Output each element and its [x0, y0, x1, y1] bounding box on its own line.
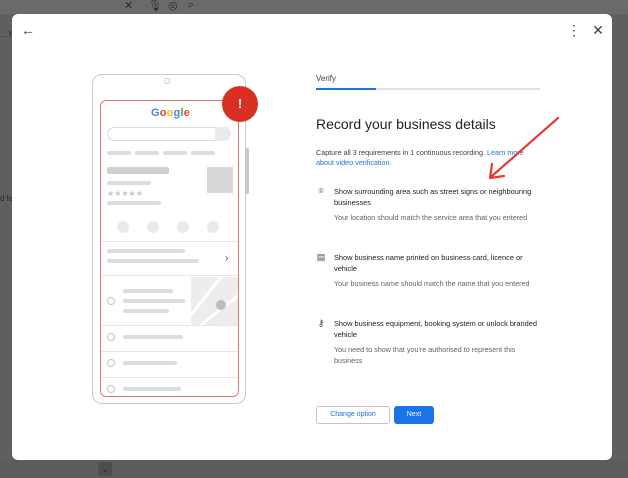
step-progress-bar [316, 88, 540, 90]
clock-icon [107, 333, 115, 341]
google-logo: Google [101, 107, 238, 119]
phone-action-icon [117, 221, 129, 233]
map-thumbnail [189, 276, 238, 327]
requirement-title: Show business name printed on business c… [334, 253, 523, 273]
microphone-icon: 🎙 [148, 0, 162, 12]
logo-letter: o [159, 107, 167, 119]
annotation-arrow [488, 116, 560, 180]
requirement-title: Show surrounding area such as street sig… [334, 187, 532, 207]
directions-action-icon [147, 221, 159, 233]
next-button[interactable]: Next [394, 406, 434, 424]
phone-screen: Google ★★★★★ › [100, 100, 239, 397]
phone-camera [164, 78, 170, 84]
rating-stars: ★★★★★ [107, 189, 143, 198]
close-icon[interactable]: ✕ [590, 22, 606, 38]
phone-icon [107, 359, 115, 367]
logo-letter: G [150, 107, 160, 119]
close-icon: ✕ [124, 0, 134, 12]
storefront-icon: ▤ [316, 252, 326, 262]
requirement-title: Show business equipment, booking system … [334, 319, 537, 339]
intro-body: Capture all 3 requirements in 1 continuo… [316, 148, 487, 157]
search-icon: ⌕ [188, 0, 195, 11]
step-label: Verify [316, 74, 337, 83]
change-option-button[interactable]: Change option [316, 406, 390, 424]
key-icon: ⚷ [317, 318, 325, 328]
requirement-description: Your business name should match the name… [334, 279, 530, 288]
verification-dialog: ← ⋮ ✕ Google ★★★★★ › ! Verify Record you… [12, 14, 612, 460]
background-footer: ⌄ [0, 460, 628, 478]
logo-letter: o [166, 107, 174, 119]
storefront-illustration [207, 167, 233, 193]
background-text: d le [0, 194, 13, 203]
phone-side-button [246, 148, 249, 194]
website-action-icon [207, 221, 219, 233]
background-toolbar: ✕ 🎙 ◎ ⌕ [0, 0, 628, 14]
requirement-description: Your location should match the service a… [334, 213, 528, 222]
save-action-icon [177, 221, 189, 233]
logo-letter: e [183, 107, 191, 119]
chevron-down-icon[interactable]: ⌄ [98, 462, 112, 476]
page-title: Record your business details [316, 116, 496, 132]
back-arrow-icon[interactable]: ← [20, 22, 36, 38]
requirement-description: You need to show that you're authorised … [334, 345, 516, 365]
more-options-icon[interactable]: ⋮ [566, 22, 582, 38]
globe-icon [107, 385, 115, 393]
location-pin-icon: ⌾ [318, 186, 324, 196]
lens-icon: ◎ [168, 0, 178, 12]
chevron-right-icon: › [225, 253, 229, 264]
shield-alert-icon: ! [222, 86, 258, 122]
illustration-search-bar [107, 127, 231, 141]
location-pin-icon [107, 297, 115, 305]
